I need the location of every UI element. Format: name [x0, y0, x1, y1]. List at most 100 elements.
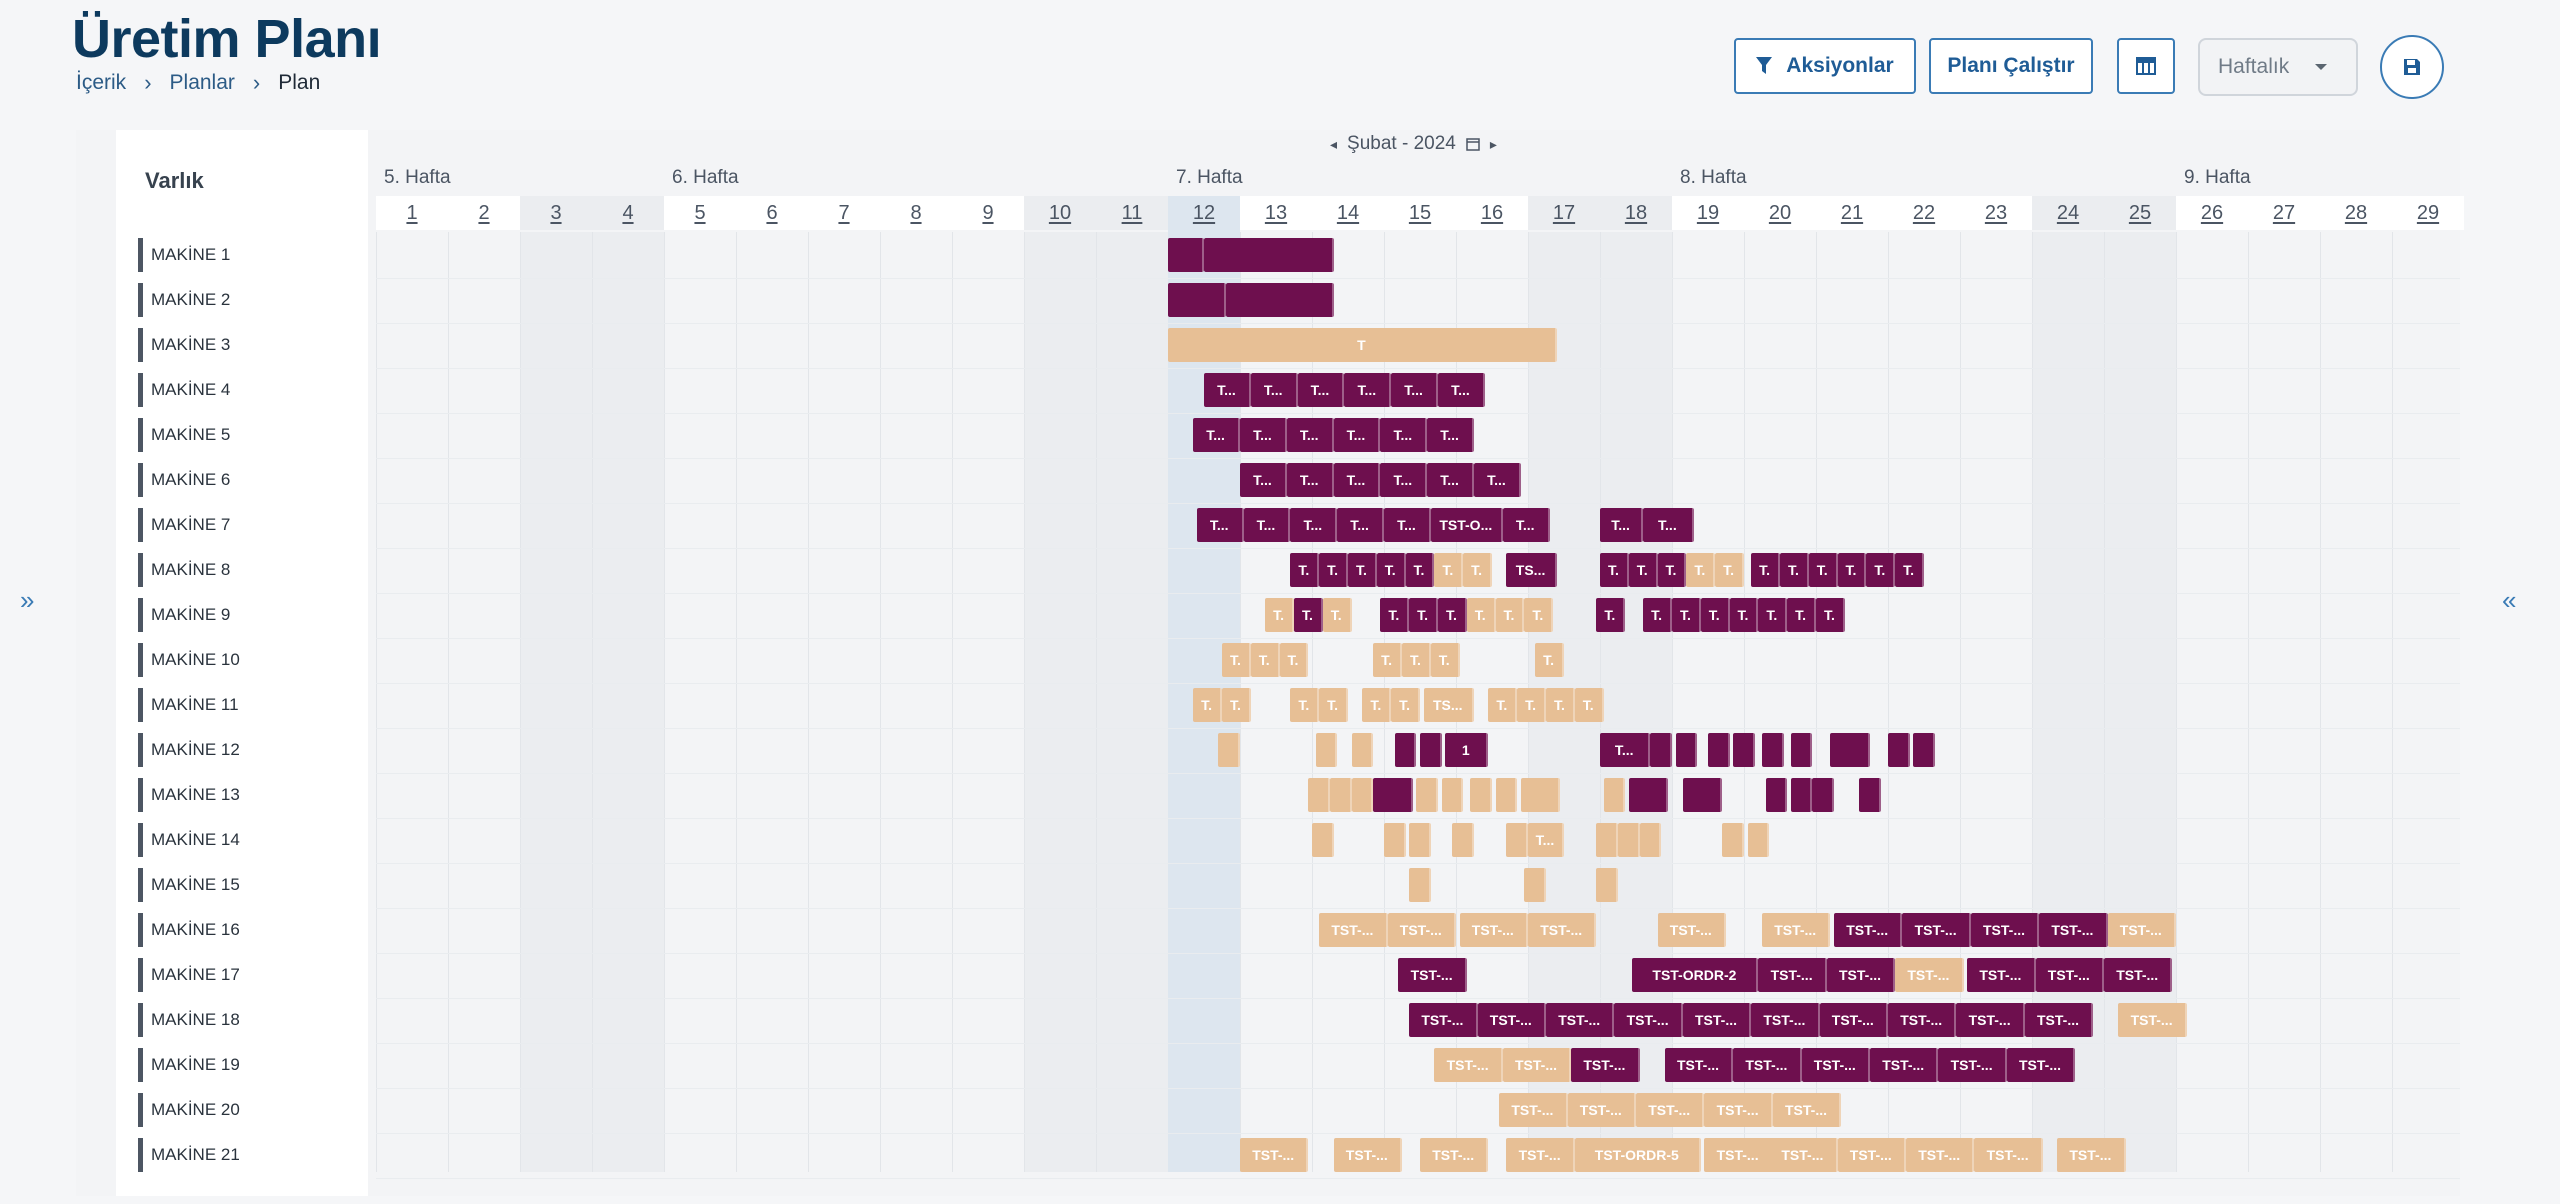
task-bar[interactable]: TST-...	[1387, 913, 1456, 947]
task-bar[interactable]: TST-ORDR-2	[1632, 958, 1759, 992]
task-bar[interactable]	[1596, 823, 1618, 857]
task-bar[interactable]	[1394, 733, 1417, 767]
task-bar[interactable]: T...	[1333, 418, 1381, 452]
day-header[interactable]: 3	[520, 196, 592, 230]
asset-row[interactable]: MAKİNE 1	[138, 238, 230, 272]
task-bar[interactable]	[1765, 778, 1788, 812]
day-header[interactable]: 14	[1312, 196, 1384, 230]
asset-row[interactable]: MAKİNE 18	[138, 1003, 240, 1037]
day-header[interactable]: 23	[1960, 196, 2032, 230]
task-bar[interactable]: T.	[1376, 553, 1406, 587]
asset-row[interactable]: MAKİNE 6	[138, 463, 230, 497]
task-bar[interactable]: TST-...	[1682, 1003, 1752, 1037]
task-bar[interactable]: T.	[1628, 553, 1658, 587]
task-bar[interactable]	[1409, 823, 1431, 857]
task-bar[interactable]: T.	[1787, 598, 1816, 632]
task-bar[interactable]: T...	[1290, 508, 1338, 542]
asset-row[interactable]: MAKİNE 13	[138, 778, 240, 812]
day-header[interactable]: 4	[592, 196, 664, 230]
task-bar[interactable]: T.	[1672, 598, 1701, 632]
task-bar[interactable]: T.	[1895, 553, 1924, 587]
task-bar[interactable]: T.	[1643, 598, 1672, 632]
task-bar[interactable]	[1351, 733, 1374, 767]
task-bar[interactable]: T.	[1294, 598, 1323, 632]
task-bar[interactable]: TST-...	[1837, 1138, 1906, 1172]
task-bar[interactable]	[1708, 733, 1730, 767]
task-bar[interactable]: T.	[1657, 553, 1687, 587]
task-bar[interactable]: T.	[1524, 598, 1554, 632]
task-bar[interactable]: TST-...	[1801, 1048, 1870, 1082]
asset-row[interactable]: MAKİNE 10	[138, 643, 240, 677]
task-bar[interactable]: TST-...	[1902, 913, 1971, 947]
task-bar[interactable]: TST-...	[1398, 958, 1467, 992]
task-bar[interactable]: TST-...	[2057, 1138, 2126, 1172]
day-header[interactable]: 29	[2392, 196, 2464, 230]
task-bar[interactable]: TST-...	[1826, 958, 1896, 992]
task-bar[interactable]: TST-...	[1506, 1138, 1575, 1172]
task-bar[interactable]: TST-...	[2024, 1003, 2094, 1037]
task-bar[interactable]: T.	[1729, 598, 1759, 632]
task-bar[interactable]	[1225, 283, 1334, 317]
asset-row[interactable]: MAKİNE 7	[138, 508, 230, 542]
task-bar[interactable]: T...	[1333, 463, 1381, 497]
task-bar[interactable]	[1733, 733, 1755, 767]
task-bar[interactable]	[1441, 778, 1464, 812]
task-bar[interactable]	[1308, 778, 1330, 812]
task-bar[interactable]: T...	[1193, 418, 1240, 452]
task-bar[interactable]: T...	[1427, 463, 1474, 497]
task-bar[interactable]: T...	[1286, 463, 1334, 497]
task-bar[interactable]: TS...	[1506, 553, 1557, 587]
task-bar[interactable]: T.	[1362, 688, 1392, 722]
task-bar[interactable]: T.	[1265, 598, 1294, 632]
task-bar[interactable]: T.	[1546, 688, 1575, 722]
task-bar[interactable]: T.	[1600, 553, 1629, 587]
task-bar[interactable]: TST-...	[2104, 958, 2173, 992]
task-bar[interactable]: T...	[1502, 508, 1550, 542]
task-bar[interactable]: TST-...	[1333, 1138, 1402, 1172]
asset-row[interactable]: MAKİNE 3	[138, 328, 230, 362]
task-bar[interactable]: T...	[1240, 418, 1287, 452]
asset-row[interactable]: MAKİNE 19	[138, 1048, 240, 1082]
day-header[interactable]: 19	[1672, 196, 1744, 230]
task-bar[interactable]: T.	[1430, 643, 1460, 677]
asset-row[interactable]: MAKİNE 8	[138, 553, 230, 587]
asset-row[interactable]: MAKİNE 9	[138, 598, 230, 632]
task-bar[interactable]: T...	[1204, 373, 1251, 407]
task-bar[interactable]: TST-...	[1502, 1048, 1572, 1082]
task-bar[interactable]: TST-...	[1434, 1048, 1503, 1082]
task-bar[interactable]	[1596, 868, 1618, 902]
day-header[interactable]: 8	[880, 196, 952, 230]
day-header[interactable]: 28	[2320, 196, 2392, 230]
task-bar[interactable]	[1524, 868, 1546, 902]
task-bar[interactable]	[1650, 733, 1672, 767]
task-bar[interactable]: T.	[1405, 553, 1435, 587]
task-bar[interactable]: T...	[1344, 373, 1392, 407]
day-header[interactable]: 13	[1240, 196, 1312, 230]
task-bar[interactable]: T...	[1643, 508, 1694, 542]
day-header[interactable]: 9	[952, 196, 1024, 230]
task-bar[interactable]: TST-...	[1758, 958, 1827, 992]
day-header[interactable]: 1	[376, 196, 448, 230]
task-bar[interactable]	[1470, 778, 1492, 812]
task-bar[interactable]: T...	[1250, 373, 1298, 407]
task-bar[interactable]: TST-...	[1459, 913, 1528, 947]
task-bar[interactable]: T.	[1250, 643, 1280, 677]
task-bar[interactable]: T...	[1380, 463, 1428, 497]
task-bar[interactable]: T...	[1474, 463, 1521, 497]
task-bar[interactable]: T.	[1816, 598, 1845, 632]
asset-row[interactable]: MAKİNE 21	[138, 1138, 240, 1172]
task-bar[interactable]	[1330, 778, 1352, 812]
task-bar[interactable]: TST-...	[1967, 958, 2036, 992]
task-bar[interactable]: T.	[1222, 688, 1251, 722]
asset-row[interactable]: MAKİNE 14	[138, 823, 240, 857]
asset-row[interactable]: MAKİNE 15	[138, 868, 240, 902]
asset-row[interactable]: MAKİNE 4	[138, 373, 230, 407]
day-header[interactable]: 21	[1816, 196, 1888, 230]
day-header[interactable]: 24	[2032, 196, 2104, 230]
task-bar[interactable]: TST-...	[1319, 913, 1388, 947]
day-header[interactable]: 2	[448, 196, 520, 230]
task-bar[interactable]: TST-...	[1956, 1003, 2025, 1037]
day-header[interactable]: 12	[1168, 196, 1240, 230]
task-bar[interactable]: TST-...	[1870, 1048, 1939, 1082]
day-header[interactable]: 22	[1888, 196, 1960, 230]
